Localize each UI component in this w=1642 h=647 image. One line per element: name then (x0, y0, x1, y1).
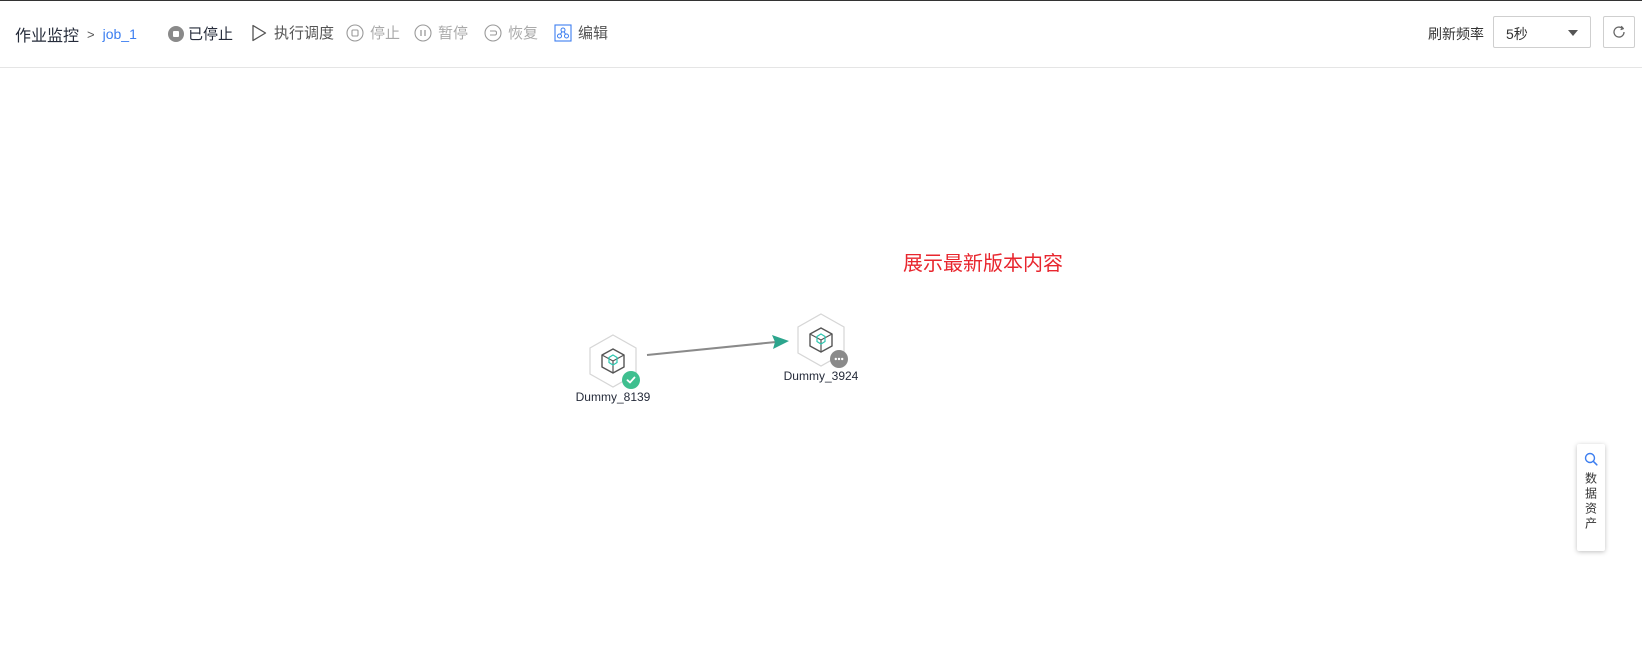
refresh-icon (1613, 25, 1625, 38)
breadcrumb-root[interactable]: 作业监控 (15, 22, 79, 46)
edit-button[interactable]: 编辑 (554, 22, 608, 43)
refresh-button[interactable] (1603, 16, 1635, 48)
edit-label: 编辑 (578, 25, 609, 42)
status-label: 已停止 (188, 26, 234, 43)
breadcrumb-current-job[interactable]: job_1 (103, 26, 137, 42)
more-options-icon (830, 350, 848, 368)
resume-button[interactable]: 恢复 (484, 22, 538, 43)
edit-flow-icon (554, 23, 572, 42)
node-label: Dummy_8139 (575, 390, 651, 404)
toolbar: 作业监控 > job_1 已停止 执行调度 停止 暂停 恢复 编辑 刷新频率 5… (0, 1, 1642, 68)
pause-button[interactable]: 暂停 (414, 22, 468, 43)
execute-schedule-button[interactable]: 执行调度 (250, 22, 334, 43)
refresh-frequency-value: 5秒 (1506, 26, 1528, 42)
stop-button[interactable]: 停止 (346, 22, 400, 43)
job-status: 已停止 (168, 23, 233, 44)
workflow-node[interactable]: Dummy_3924 (761, 312, 881, 383)
workflow-canvas[interactable]: 展示最新版本内容 Dummy_8139 Dummy_3924 (0, 68, 1642, 647)
resume-label: 恢复 (508, 25, 539, 42)
pause-label: 暂停 (438, 25, 469, 42)
stopped-status-icon (168, 25, 184, 42)
breadcrumb-separator: > (87, 26, 95, 42)
pause-icon (414, 23, 432, 42)
data-assets-side-tab[interactable]: 数据资产 (1577, 444, 1605, 551)
node-hexagon (586, 333, 640, 389)
stop-label: 停止 (370, 25, 401, 42)
execute-schedule-label: 执行调度 (274, 25, 335, 42)
node-label: Dummy_3924 (783, 369, 859, 383)
success-check-icon (622, 371, 640, 389)
workflow-node[interactable]: Dummy_8139 (553, 333, 673, 404)
breadcrumb: 作业监控 > job_1 (15, 22, 137, 46)
stop-icon (346, 23, 364, 42)
data-assets-label: 数据资产 (1583, 472, 1598, 532)
node-hexagon (794, 312, 848, 368)
resume-icon (484, 23, 502, 42)
search-icon (1584, 452, 1598, 466)
chevron-down-icon (1568, 30, 1578, 36)
refresh-frequency-label: 刷新频率 (1428, 26, 1484, 42)
refresh-frequency-select[interactable]: 5秒 (1493, 16, 1591, 48)
play-icon (252, 24, 267, 41)
